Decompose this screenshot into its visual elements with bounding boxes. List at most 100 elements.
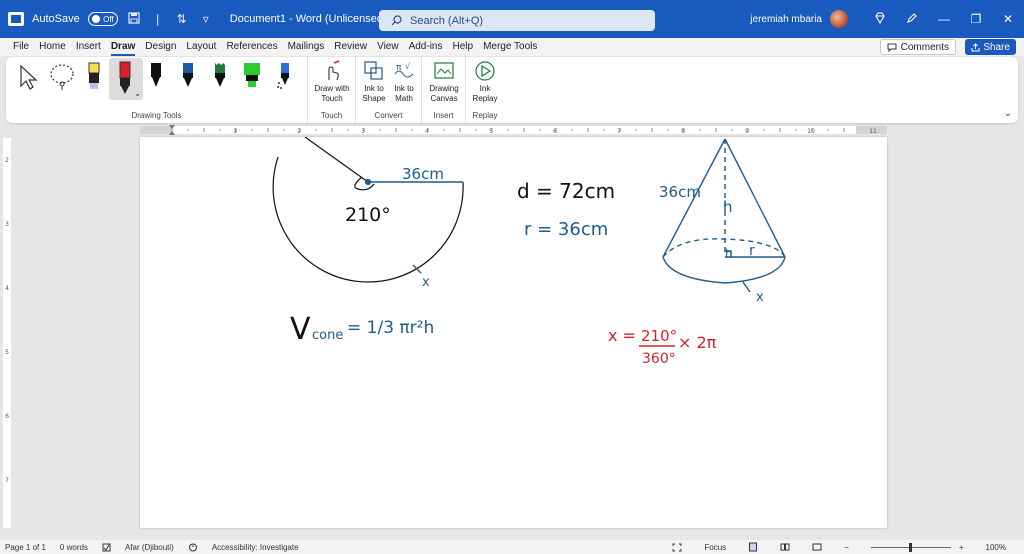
restore-icon[interactable]: ❐ [960, 12, 992, 26]
slant-label: 36cm [659, 183, 701, 201]
vruler-number: 4 [5, 285, 9, 292]
share-button[interactable]: Share [965, 39, 1016, 55]
ruler-number: 5 [489, 128, 493, 135]
ruler-number: 8 [681, 128, 685, 135]
cone-height-label: h [723, 198, 733, 216]
ruler-number: 7 [617, 128, 621, 135]
search-placeholder: Search (Alt+Q) [410, 14, 484, 27]
ink-to-math-label: Ink to Math [394, 84, 414, 103]
accessibility-icon[interactable] [188, 543, 198, 552]
ink-to-math-icon: π √ [390, 60, 418, 82]
tab-home[interactable]: Home [34, 38, 71, 56]
tab-help[interactable]: Help [447, 38, 478, 56]
autosave-toggle[interactable]: Off [87, 12, 118, 26]
ink-replay-button[interactable]: Ink Replay [468, 60, 502, 104]
ink-replay-icon [468, 60, 502, 82]
zoom-level[interactable]: 100% [986, 543, 1006, 552]
comments-label: Comments [900, 41, 949, 53]
menu-bar: File Home Insert Draw Design Layout Refe… [0, 38, 1024, 56]
cone-base-back [662, 238, 786, 258]
lasso-select-icon[interactable] [48, 63, 76, 94]
tab-draw[interactable]: Draw [106, 38, 140, 56]
zoom-slider[interactable] [870, 542, 951, 552]
close-icon[interactable]: ✕ [992, 12, 1024, 26]
draw-with-touch-button[interactable]: Draw with Touch [310, 60, 354, 104]
pen-blue-icon[interactable] [180, 61, 196, 94]
tab-add-ins[interactable]: Add-ins [404, 38, 448, 56]
drawing-canvas-label: Drawing Canvas [429, 84, 459, 103]
pen-icon[interactable] [896, 12, 928, 27]
customize-qat-icon[interactable]: ▿ [198, 12, 214, 26]
tab-mailings[interactable]: Mailings [283, 38, 330, 56]
read-mode-icon[interactable] [780, 542, 790, 552]
focus-icon[interactable] [672, 543, 682, 552]
sector-radius-line [304, 137, 369, 183]
tab-layout[interactable]: Layout [181, 38, 221, 56]
diameter-equation: d = 72cm [517, 179, 615, 203]
vruler-number: 6 [5, 413, 9, 420]
arc-label: x [422, 275, 430, 290]
save-icon[interactable] [126, 11, 142, 27]
page-count[interactable]: Page 1 of 1 [5, 543, 46, 552]
insert-group: Drawing Canvas Insert [422, 57, 466, 123]
tab-merge-tools[interactable]: Merge Tools [478, 38, 542, 56]
diamond-icon[interactable] [864, 11, 896, 27]
vruler-number: 5 [5, 349, 9, 356]
zoom-in-icon[interactable]: + [959, 543, 964, 552]
drawing-canvas-icon [424, 60, 464, 82]
highlighter-green-icon[interactable] [242, 61, 262, 94]
tab-references[interactable]: References [221, 38, 282, 56]
minimize-icon[interactable]: — [928, 12, 960, 26]
web-layout-icon[interactable] [812, 542, 822, 552]
comment-icon [887, 43, 897, 52]
user-name[interactable]: jeremiah mbaria [750, 14, 822, 25]
x-equation-numerator: 210° [641, 327, 677, 345]
tab-view[interactable]: View [372, 38, 404, 56]
pen-green-icon[interactable] [212, 61, 228, 94]
radius-label: 36cm [402, 165, 444, 183]
ribbon-draw: ⌄ Drawing Tools Draw with Touch Touch In… [6, 57, 1018, 123]
comments-button[interactable]: Comments [879, 39, 956, 55]
ink-to-shape-button[interactable]: Ink to Shape [360, 60, 388, 104]
vruler-number: 3 [5, 221, 9, 228]
tab-design[interactable]: Design [140, 38, 181, 56]
tab-file[interactable]: File [8, 38, 34, 56]
language[interactable]: Afar (Djibouti) [125, 543, 174, 552]
tab-review[interactable]: Review [329, 38, 372, 56]
document-page[interactable]: 210° 36cm x d = 72cm r = 36cm 36cm h h r… [140, 137, 887, 528]
avatar[interactable] [830, 10, 848, 28]
touch-group-label: Touch [320, 111, 343, 120]
drawing-canvas-button[interactable]: Drawing Canvas [424, 60, 464, 104]
ruler-number: 4 [425, 128, 429, 135]
cone-h-small-label: h [725, 247, 733, 261]
word-count[interactable]: 0 words [60, 543, 88, 552]
print-layout-icon[interactable] [748, 542, 758, 552]
accessibility-status[interactable]: Accessibility: Investigate [212, 543, 299, 552]
select-arrow-icon[interactable] [18, 64, 38, 93]
ink-to-math-button[interactable]: π √ Ink to Math [390, 60, 418, 104]
focus-button[interactable]: Focus [704, 543, 726, 552]
search-input[interactable]: Search (Alt+Q) [379, 10, 655, 31]
zoom-out-icon[interactable]: − [844, 543, 849, 552]
pen-yellow-icon[interactable] [86, 61, 102, 94]
volume-subscript: cone [312, 328, 343, 343]
angle-label: 210° [345, 204, 391, 226]
proofing-icon[interactable] [102, 543, 111, 552]
sort-icon[interactable]: ⇅ [174, 12, 190, 26]
tab-insert[interactable]: Insert [71, 38, 106, 56]
collapse-ribbon-icon[interactable]: ⌄ [1004, 108, 1012, 119]
autosave-label: AutoSave [32, 13, 80, 25]
ruler-number: 6 [553, 128, 557, 135]
word-app-icon [8, 12, 24, 26]
ink-canvas[interactable]: 210° 36cm x d = 72cm r = 36cm 36cm h h r… [140, 137, 887, 528]
volume-rhs: = 1/3 πr²h [347, 318, 434, 338]
zoom-slider-thumb[interactable] [908, 542, 912, 552]
action-pen-icon[interactable] [276, 61, 294, 94]
horizontal-ruler: 1 2 3 4 5 6 7 8 9 10 11 [140, 125, 887, 135]
pen-red-selected[interactable]: ⌄ [109, 58, 143, 100]
pen-dropdown-chevron-icon[interactable]: ⌄ [134, 89, 141, 98]
volume-V: V [290, 312, 311, 347]
ink-replay-label: Ink Replay [472, 84, 498, 103]
ruler-number: 10 [807, 128, 815, 135]
pen-black-icon[interactable] [148, 61, 164, 94]
